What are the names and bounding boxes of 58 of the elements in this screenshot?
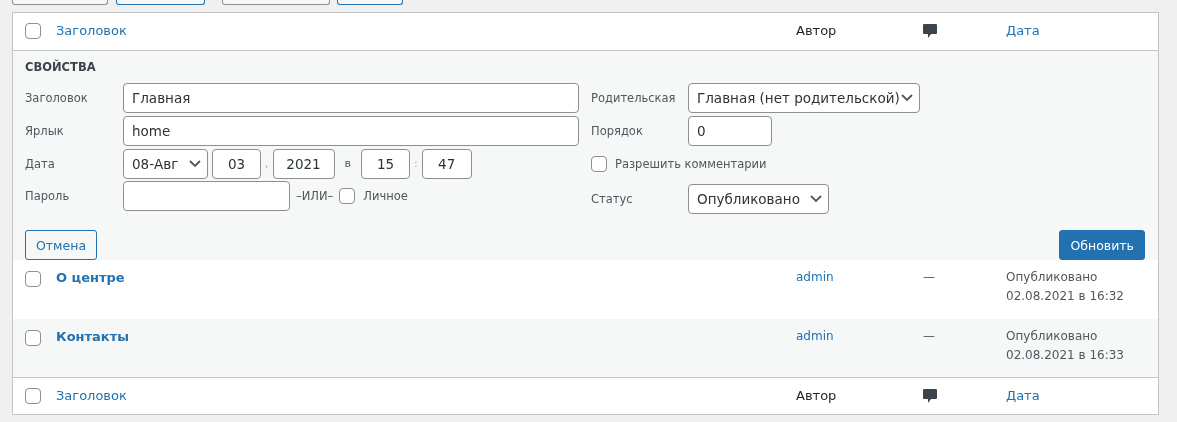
order-input[interactable]: 0 xyxy=(688,115,772,146)
field-label: Ярлык xyxy=(25,123,65,138)
select-all-checkbox[interactable] xyxy=(25,388,41,404)
column-sort-link[interactable]: Заголовок xyxy=(56,388,127,403)
comment-bubble-icon xyxy=(923,389,937,403)
update-button[interactable]: Обновить xyxy=(1059,230,1145,260)
post-date: 02.08.2021 в 16:33 xyxy=(1006,347,1125,364)
column-heading: Автор xyxy=(796,388,837,403)
post-status: Опубликовано xyxy=(1006,269,1099,286)
title-input[interactable]: Главная xyxy=(123,83,579,113)
checkbox-label: Личное xyxy=(363,189,408,203)
page-title-link[interactable]: О центре xyxy=(56,270,125,285)
hour-input[interactable]: 15 xyxy=(361,148,410,179)
section-heading: СВОЙСТВА xyxy=(25,60,97,76)
field-label: Дата xyxy=(25,156,56,171)
row-checkbox[interactable] xyxy=(25,271,41,287)
field-label: Пароль xyxy=(25,189,71,203)
field-label: Статус xyxy=(591,192,634,206)
status-select[interactable]: Опубликовано xyxy=(688,184,829,214)
day-input[interactable]: 03 xyxy=(212,148,261,179)
chevron-down-icon xyxy=(901,94,913,102)
separator: : xyxy=(414,157,418,170)
comment-count: — xyxy=(923,328,936,345)
or-label: –ИЛИ– xyxy=(296,189,334,203)
column-heading: Автор xyxy=(796,23,837,38)
column-sort-link[interactable]: Дата xyxy=(1006,23,1040,38)
page-title-link[interactable]: Контакты xyxy=(56,329,129,344)
field-label: Заголовок xyxy=(25,91,89,105)
author-link[interactable]: admin xyxy=(796,270,834,284)
minute-input[interactable]: 47 xyxy=(421,148,472,179)
column-sort-link[interactable]: Заголовок xyxy=(56,23,127,38)
post-status: Опубликовано xyxy=(1006,328,1099,345)
private-checkbox[interactable] xyxy=(339,188,356,204)
slug-input[interactable]: home xyxy=(123,115,579,146)
toolbar-button[interactable] xyxy=(12,0,108,5)
toolbar-button[interactable] xyxy=(116,0,205,5)
cancel-button[interactable]: Отмена xyxy=(25,230,98,260)
checkbox-label: Разрешить комментарии xyxy=(615,156,767,171)
password-input[interactable] xyxy=(123,181,290,211)
comment-count: — xyxy=(923,269,936,286)
year-input[interactable]: 2021 xyxy=(272,148,335,179)
field-label: Родительская xyxy=(591,91,677,105)
comment-bubble-icon xyxy=(923,24,937,38)
chevron-down-icon xyxy=(189,159,201,168)
author-link[interactable]: admin xyxy=(796,329,834,343)
chevron-down-icon xyxy=(810,195,822,203)
row-checkbox[interactable] xyxy=(25,330,41,346)
separator: , xyxy=(265,157,269,170)
month-select[interactable]: 08-Авг xyxy=(123,148,208,179)
separator: в xyxy=(344,157,351,170)
comments-checkbox[interactable] xyxy=(591,155,607,172)
parent-select[interactable]: Главная (нет родительской) xyxy=(688,83,920,113)
post-date: 02.08.2021 в 16:32 xyxy=(1006,288,1125,305)
toolbar-button[interactable] xyxy=(222,0,330,5)
column-sort-link[interactable]: Дата xyxy=(1006,388,1040,403)
field-label: Порядок xyxy=(591,123,644,138)
toolbar-button[interactable] xyxy=(337,0,403,5)
select-all-checkbox[interactable] xyxy=(25,23,41,39)
